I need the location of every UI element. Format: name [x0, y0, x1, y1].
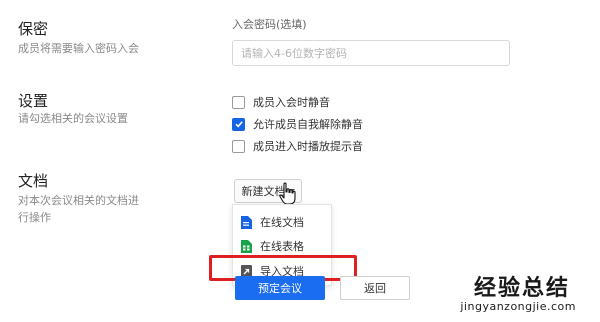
- online-sheet-icon: [241, 239, 252, 253]
- password-field-label: 入会密码(选填): [232, 18, 307, 31]
- online-doc-icon: [241, 215, 252, 229]
- setting-mute-on-join[interactable]: 成员入会时静音: [232, 94, 330, 110]
- setting-allow-self-unmute[interactable]: 允许成员自我解除静音: [232, 116, 363, 132]
- password-section-desc: 成员将需要输入密码入会: [18, 42, 139, 55]
- settings-section-desc: 请勾选相关的会议设置: [18, 112, 128, 125]
- password-section-title: 保密: [18, 20, 49, 38]
- menu-item-label: 在线文档: [260, 216, 304, 229]
- setting-label: 允许成员自我解除静音: [253, 118, 363, 131]
- menu-item-online-doc[interactable]: 在线文档: [241, 214, 304, 230]
- schedule-meeting-button[interactable]: 预定会议: [235, 276, 325, 300]
- menu-item-online-sheet[interactable]: 在线表格: [241, 238, 304, 254]
- checkbox[interactable]: [232, 139, 245, 153]
- docs-section-desc-line2: 行操作: [18, 211, 51, 224]
- checkbox-checked[interactable]: [232, 117, 245, 131]
- setting-label: 成员进入时播放提示音: [253, 140, 363, 153]
- check-icon: [234, 121, 243, 128]
- password-input[interactable]: [232, 40, 510, 66]
- checkbox[interactable]: [232, 95, 245, 109]
- setting-play-join-sound[interactable]: 成员进入时播放提示音: [232, 138, 363, 154]
- docs-section-desc-line1: 对本次会议相关的文档进: [18, 194, 139, 207]
- setting-label: 成员入会时静音: [253, 96, 330, 109]
- docs-section-title: 文档: [18, 172, 49, 190]
- watermark-text: 经验总结: [473, 276, 570, 301]
- menu-item-label: 在线表格: [260, 240, 304, 253]
- hand-cursor-icon: [279, 182, 296, 205]
- watermark-url: jingyanzongjie.com: [460, 300, 576, 313]
- back-button[interactable]: 返回: [340, 276, 410, 300]
- settings-section-title: 设置: [18, 92, 49, 110]
